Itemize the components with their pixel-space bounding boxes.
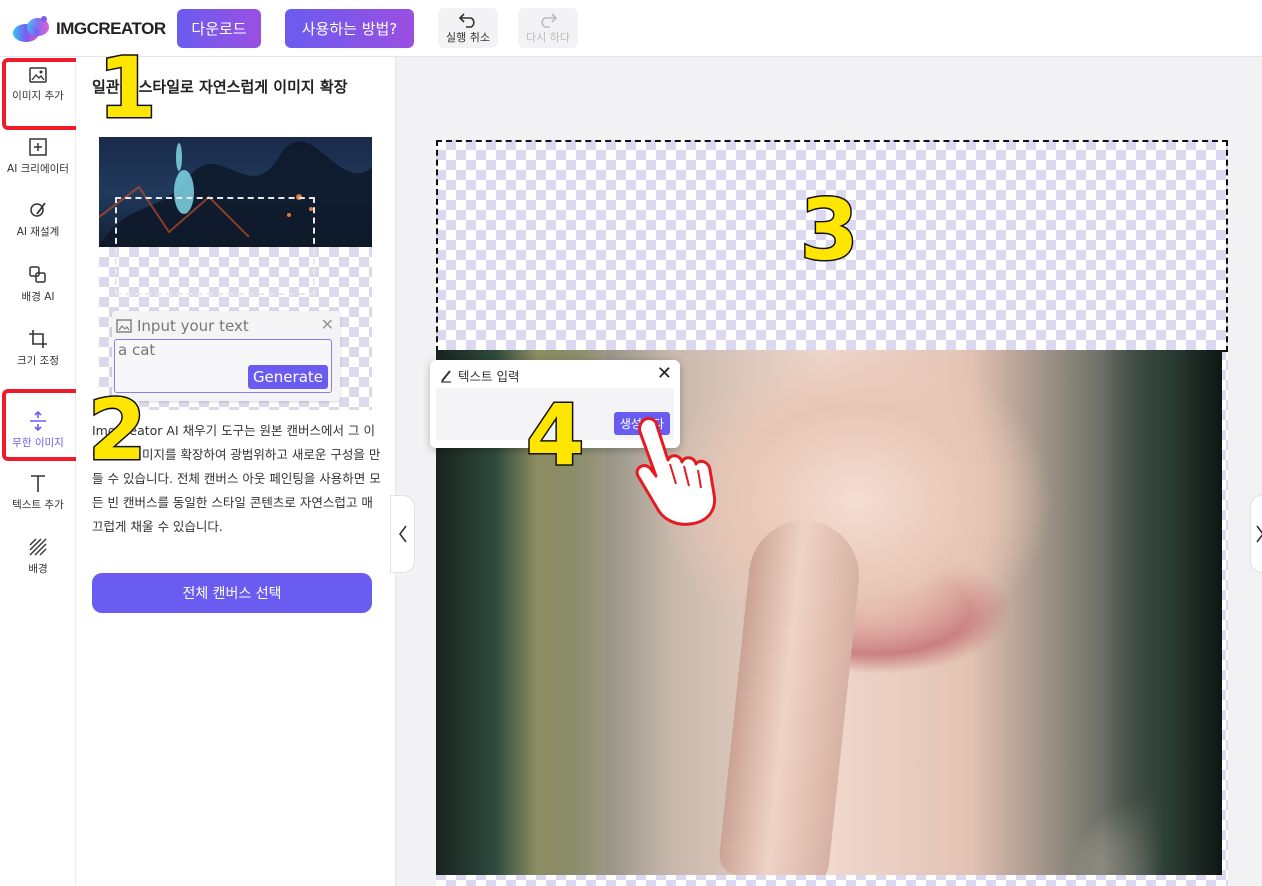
- sidebar-item-background[interactable]: 배경: [0, 529, 76, 583]
- expand-right-panel-button[interactable]: [1250, 495, 1262, 573]
- close-icon[interactable]: ✕: [657, 363, 672, 384]
- layers-icon: [29, 265, 46, 283]
- hatch-icon: [29, 538, 47, 555]
- sidebar-item-ai-redesign[interactable]: AI 재설계: [0, 192, 76, 246]
- select-all-canvas-button[interactable]: 전체 캔버스 선택: [92, 573, 372, 613]
- undo-button[interactable]: 실행 취소: [438, 8, 498, 48]
- example-text-field: a cat Generate: [114, 339, 332, 393]
- close-icon: ✕: [320, 315, 334, 334]
- pointing-hand-icon: [635, 417, 717, 526]
- sidebar: 이미지 추가 AI 크리에이터 AI 재설계 배경 AI 크기 조정 무한 이미…: [0, 57, 76, 886]
- example-input-header: Input your text: [116, 317, 249, 335]
- example-input-value: a cat: [118, 341, 156, 359]
- redo-label: 다시 하다: [526, 30, 570, 44]
- image-hair-right: [1102, 350, 1222, 875]
- example-preview: Input your text ✕ a cat Generate: [99, 137, 372, 410]
- highlight-box-add-image: [2, 58, 85, 130]
- sidebar-item-label: 배경 AI: [21, 290, 55, 303]
- undo-icon: [458, 12, 475, 28]
- sidebar-item-label: AI 재설계: [16, 225, 60, 238]
- example-generate-button: Generate: [247, 365, 328, 389]
- collapse-panel-button[interactable]: [390, 495, 415, 573]
- sidebar-item-label: AI 크리에이터: [7, 162, 69, 175]
- plus-square-icon: [29, 137, 47, 156]
- image-finger: [717, 515, 865, 875]
- sidebar-item-label: 크기 조정: [17, 354, 59, 367]
- undo-label: 실행 취소: [446, 30, 490, 44]
- annotation-number-1: 1: [96, 39, 157, 137]
- annotation-number-3: 3: [798, 181, 859, 279]
- pen-icon: [441, 369, 451, 383]
- brush-icon: [30, 201, 46, 217]
- sidebar-item-label: 배경: [28, 562, 48, 575]
- redo-button[interactable]: 다시 하다: [518, 8, 578, 48]
- example-selection: [115, 197, 315, 295]
- image-icon: [116, 319, 132, 333]
- sidebar-item-background-ai[interactable]: 배경 AI: [0, 257, 76, 311]
- popover-title: 텍스트 입력: [458, 369, 520, 384]
- logo-icon: [12, 14, 52, 44]
- highlight-box-infinite-image: [2, 389, 85, 461]
- text-icon: [31, 474, 45, 492]
- annotation-number-2: 2: [86, 381, 147, 479]
- crop-icon: [29, 329, 47, 348]
- logo-text: IMGCREATOR: [56, 19, 166, 38]
- sidebar-item-resize[interactable]: 크기 조정: [0, 321, 76, 375]
- example-input-title: Input your text: [137, 317, 249, 335]
- sidebar-item-ai-creator[interactable]: AI 크리에이터: [0, 129, 76, 183]
- popover-header: 텍스트 입력: [440, 366, 519, 385]
- top-bar: IMGCREATOR 다운로드 사용하는 방법? 실행 취소 다시 하다: [0, 0, 1262, 57]
- how-to-button[interactable]: 사용하는 방법?: [285, 9, 414, 48]
- sidebar-item-label: 텍스트 추가: [12, 498, 64, 511]
- redo-icon: [541, 12, 558, 28]
- sidebar-item-add-text[interactable]: 텍스트 추가: [0, 465, 76, 519]
- chevron-left-icon: [398, 525, 407, 543]
- chevron-right-icon: [1256, 525, 1262, 543]
- download-button[interactable]: 다운로드: [177, 9, 261, 48]
- annotation-number-4: 4: [524, 386, 585, 484]
